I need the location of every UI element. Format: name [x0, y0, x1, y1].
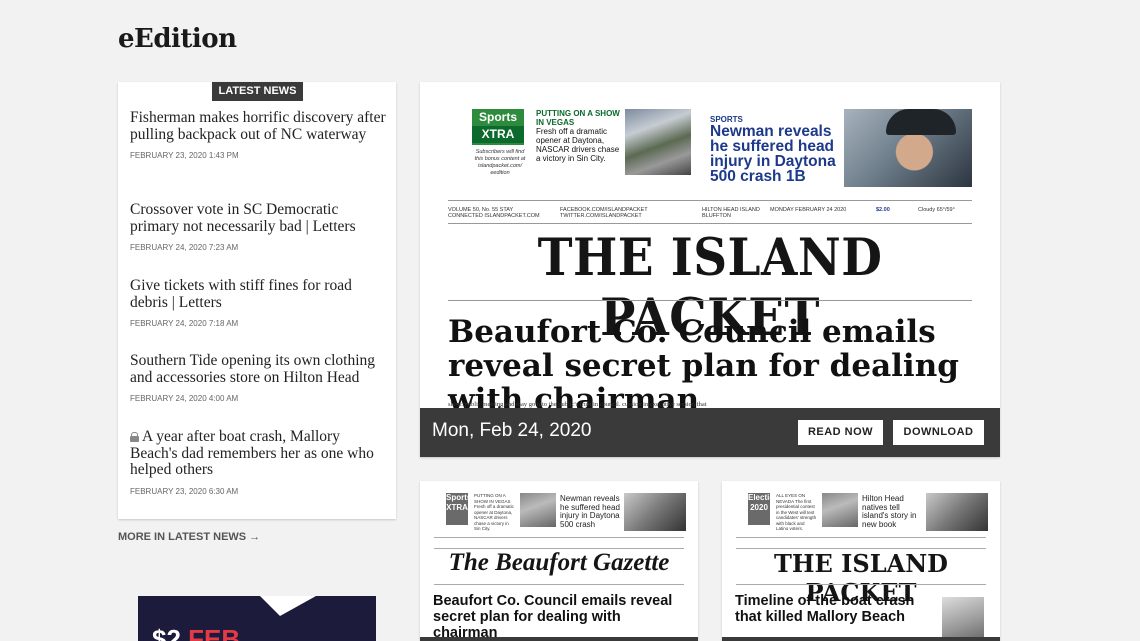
thumb-side-headline: Newman reveals he suffered head injury i…: [560, 494, 620, 529]
thumb-headline: Timeline of the boat crash that killed M…: [735, 593, 915, 625]
driver-photo: [844, 109, 972, 187]
thumb-promo: PUTTING ON A SHOW IN VEGAS Fresh off a d…: [474, 493, 514, 531]
ad-text: $2 FEB: [152, 624, 240, 641]
thumb-bar: [420, 637, 698, 641]
promo-body: Fresh off a dramatic opener at Daytona, …: [536, 127, 620, 163]
advertisement[interactable]: $2 FEB: [138, 596, 376, 641]
masthead-rule: [448, 300, 972, 301]
thumb-rule: [736, 584, 986, 585]
thumb-meta-strip: [434, 537, 684, 549]
meta-volume: VOLUME 50, No. 55 STAY CONNECTED ISLANDP…: [448, 207, 540, 219]
latest-news-card: LATEST NEWS Fisherman makes horrific dis…: [118, 82, 396, 519]
race-photo: [625, 109, 691, 175]
ad-text-red: FEB: [188, 624, 241, 641]
lock-icon: [130, 432, 139, 442]
front-page-body-text: show. public meeting and may go into the…: [448, 401, 707, 408]
sports-headline: Newman reveals he suffered head injury i…: [710, 123, 836, 185]
news-story[interactable]: A year after boat crash, Mallory Beach's…: [130, 428, 388, 496]
edition-date: Mon, Feb 24, 2020: [432, 420, 592, 441]
story-headline[interactable]: Southern Tide opening its own clothing a…: [130, 352, 388, 386]
thumb-meta-strip: [736, 537, 986, 549]
thumb-promo: ALL EYES ON NEVADA The first presidentia…: [776, 493, 817, 531]
sports-logo-bottom: XTRA: [472, 126, 524, 143]
meta-social: FACEBOOK.COM/ISLANDPACKET TWITTER.COM/IS…: [560, 207, 648, 219]
meta-weather: Cloudy 65°/59°: [918, 207, 955, 213]
front-page-meta: VOLUME 50, No. 55 STAY CONNECTED ISLANDP…: [448, 200, 972, 224]
thumb-logo: Election 2020: [748, 493, 779, 525]
sports-xtra-logo: Sports XTRA: [472, 109, 524, 145]
story-date: FEBRUARY 24, 2020 7:23 AM: [130, 243, 239, 252]
news-story[interactable]: Crossover vote in SC Democratic primary …: [130, 201, 388, 252]
thumb-rule: [434, 584, 684, 585]
meta-price: $2.00: [876, 207, 890, 213]
ad-text-white: $2: [152, 624, 189, 641]
thumb-photo: [822, 493, 858, 527]
story-headline[interactable]: A year after boat crash, Mallory Beach's…: [130, 428, 388, 479]
story-date: FEBRUARY 23, 2020 1:43 PM: [130, 151, 239, 160]
meta-date: MONDAY FEBRUARY 24 2020: [770, 207, 847, 213]
thumb-logo: Sports XTRA: [446, 493, 471, 525]
story-headline[interactable]: Fisherman makes horrific discovery after…: [130, 109, 388, 143]
latest-news-badge: LATEST NEWS: [212, 82, 303, 101]
promo-text: PUTTING ON A SHOW IN VEGAS Fresh off a d…: [536, 109, 624, 163]
featured-edition[interactable]: Sports XTRA Subscribers will find this b…: [420, 82, 1000, 457]
page-title: eEdition: [118, 24, 237, 54]
story-headline[interactable]: Give tickets with stiff fines for road d…: [130, 277, 388, 311]
edition-thumbnail[interactable]: Sports XTRA PUTTING ON A SHOW IN VEGAS F…: [420, 481, 698, 641]
thumb-photo: [520, 493, 556, 527]
news-story[interactable]: Give tickets with stiff fines for road d…: [130, 277, 388, 328]
meta-place: HILTON HEAD ISLAND BLUFFTON: [702, 207, 760, 219]
thumb-bar: [722, 637, 1000, 641]
thumb-side-headline: Hilton Head natives tell island's story …: [862, 494, 917, 529]
story-date: FEBRUARY 23, 2020 6:30 AM: [130, 486, 239, 496]
thumb-masthead: The Beaufort Gazette: [448, 549, 670, 576]
story-headline[interactable]: Crossover vote in SC Democratic primary …: [130, 201, 388, 235]
thumb-headline: Beaufort Co. Council emails reveal secre…: [433, 593, 673, 641]
sports-logo-top: Sports: [478, 110, 517, 124]
news-story[interactable]: Fisherman makes horrific discovery after…: [130, 109, 388, 160]
front-page-promo: Sports XTRA Subscribers will find this b…: [472, 109, 972, 189]
edition-action-bar: Mon, Feb 24, 2020 READ NOW DOWNLOAD: [420, 408, 1000, 457]
download-button[interactable]: DOWNLOAD: [893, 420, 984, 445]
sports-teaser: SPORTS Newman reveals he suffered head i…: [710, 115, 840, 184]
more-latest-news-link[interactable]: MORE IN LATEST NEWS →: [118, 531, 260, 543]
read-now-button[interactable]: READ NOW: [798, 420, 883, 445]
thumb-inline-photo: [942, 597, 984, 641]
story-date: FEBRUARY 24, 2020 7:18 AM: [130, 319, 239, 328]
thumb-photo-right: [624, 493, 686, 531]
ad-decoration: [260, 596, 316, 616]
story-headline-text: A year after boat crash, Mallory Beach's…: [130, 428, 374, 478]
thumb-photo-right: [926, 493, 988, 531]
story-date: FEBRUARY 24, 2020 4:00 AM: [130, 394, 239, 403]
promo-subtext: Subscribers will find this bonus content…: [474, 149, 526, 176]
news-story[interactable]: Southern Tide opening its own clothing a…: [130, 352, 388, 403]
edition-thumbnail[interactable]: Election 2020 ALL EYES ON NEVADA The fir…: [722, 481, 1000, 641]
promo-kicker: PUTTING ON A SHOW IN VEGAS: [536, 109, 620, 127]
